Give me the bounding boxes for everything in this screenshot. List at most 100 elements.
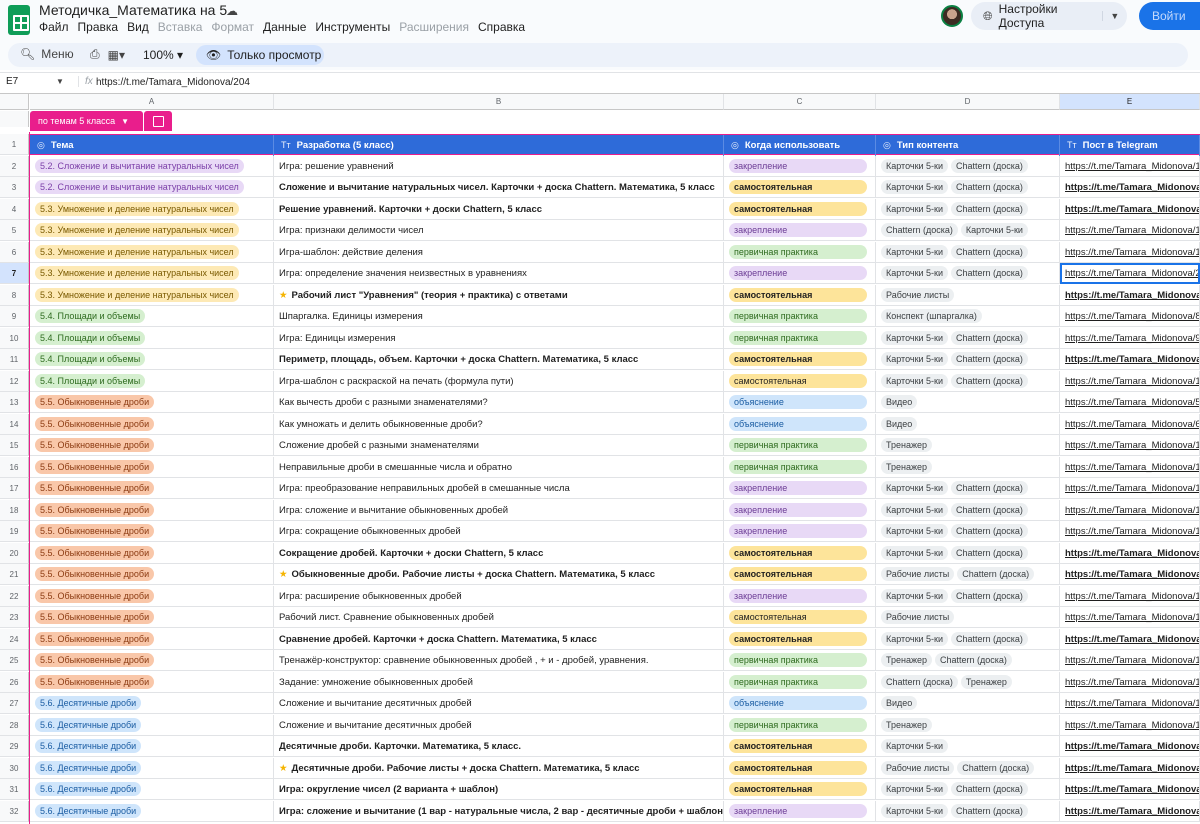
telegram-link[interactable]: https://t.me/Tamara_Midonova/2	[1065, 268, 1199, 279]
telegram-link-cell[interactable]: https://t.me/Tamara_Midonova/1	[1060, 499, 1200, 521]
telegram-link[interactable]: https://t.me/Tamara_Midonova/1	[1065, 247, 1199, 258]
row-number[interactable]: 18	[0, 499, 29, 521]
topic-cell[interactable]: 5.2. Сложение и вычитание натуральных чи…	[30, 155, 274, 177]
telegram-link[interactable]: https://t.me/Tamara_Midonova/1	[1065, 483, 1199, 494]
title-cell[interactable]: Игра: решение уравнений	[274, 155, 724, 177]
topic-cell[interactable]: 5.5. Обыкновенные дроби	[30, 542, 274, 564]
telegram-link[interactable]: https://t.me/Tamara_Midonova/1	[1065, 462, 1199, 473]
stage-cell[interactable]: самостоятельная	[724, 349, 876, 370]
telegram-link[interactable]: https://t.me/Tamara_Midonova/1	[1065, 440, 1199, 451]
title-cell[interactable]: Сокращение дробей. Карточки + доски Chat…	[274, 542, 724, 564]
chevron-down-icon[interactable]: ▼	[56, 77, 64, 86]
stage-cell[interactable]: самостоятельная	[724, 607, 876, 628]
topic-cell[interactable]: 5.5. Обыкновенные дроби	[30, 628, 274, 650]
row-number[interactable]: 5	[0, 220, 29, 241]
row-number[interactable]: 14	[0, 413, 29, 435]
stage-cell[interactable]: закрепление	[724, 521, 876, 542]
telegram-link-cell[interactable]: https://t.me/Tamara_Midonova/1	[1060, 779, 1200, 800]
topic-cell[interactable]: 5.5. Обыкновенные дроби	[30, 413, 274, 435]
row-number[interactable]: 24	[0, 628, 29, 650]
menu-item[interactable]: Вид	[127, 20, 149, 34]
type-cell[interactable]: Карточки 5-ки Chattern (доска)	[876, 779, 1060, 800]
stage-cell[interactable]: самостоятельная	[724, 564, 876, 585]
telegram-link[interactable]: https://t.me/Tamara_Midonova/1	[1065, 591, 1199, 602]
type-cell[interactable]: Карточки 5-ки Chattern (доска)	[876, 628, 1060, 650]
title-cell[interactable]: Тренажёр-конструктор: сравнение обыкнове…	[274, 650, 724, 671]
stage-cell[interactable]: первичная практика	[724, 650, 876, 671]
title-cell[interactable]: Периметр, площадь, объем. Карточки + дос…	[274, 349, 724, 370]
telegram-link-cell[interactable]: https://t.me/Tamara_Midonova/1	[1060, 585, 1200, 607]
row-number[interactable]: 19	[0, 521, 29, 542]
row-number[interactable]: 32	[0, 800, 29, 822]
telegram-link[interactable]: https://t.me/Tamara_Midonova/1	[1065, 784, 1199, 795]
type-cell[interactable]: Карточки 5-ки Chattern (доска)	[876, 800, 1060, 822]
telegram-link-cell[interactable]: https://t.me/Tamara_Midonova/2	[1060, 263, 1200, 284]
row-number[interactable]: 20	[0, 542, 29, 564]
telegram-link[interactable]: https://t.me/Tamara_Midonova/1	[1065, 161, 1199, 172]
title-cell[interactable]: Рабочий лист. Сравнение обыкновенных дро…	[274, 607, 724, 628]
telegram-link[interactable]: https://t.me/Tamara_Midonova/1	[1065, 612, 1199, 623]
stage-cell[interactable]: первичная практика	[724, 241, 876, 263]
topic-cell[interactable]: 5.6. Десятичные дроби	[30, 693, 274, 714]
telegram-link-cell[interactable]: https://t.me/Tamara_Midonova/9	[1060, 198, 1200, 220]
telegram-link-cell[interactable]: https://t.me/Tamara_Midonova/1	[1060, 456, 1200, 478]
menu-item[interactable]: Справка	[478, 20, 525, 34]
stage-cell[interactable]: объяснение	[724, 392, 876, 413]
topic-cell[interactable]: 5.3. Умножение и деление натуральных чис…	[30, 220, 274, 241]
type-cell[interactable]: Конспект (шпаргалка)	[876, 306, 1060, 327]
topic-cell[interactable]: 5.4. Площади и объемы	[30, 349, 274, 370]
stage-cell[interactable]: первичная практика	[724, 671, 876, 693]
telegram-link-cell[interactable]: https://t.me/Tamara_Midonova/1	[1060, 349, 1200, 370]
telegram-link-cell[interactable]: https://t.me/Tamara_Midonova/1	[1060, 607, 1200, 628]
topic-cell[interactable]: 5.6. Десятичные дроби	[30, 714, 274, 736]
topic-cell[interactable]: 5.5. Обыкновенные дроби	[30, 671, 274, 693]
header-cell[interactable]: ◎ Когда использовать	[724, 135, 876, 156]
sheets-logo-icon[interactable]	[8, 5, 30, 35]
stage-cell[interactable]: объяснение	[724, 413, 876, 435]
title-cell[interactable]: Игра: расширение обыкновенных дробей	[274, 585, 724, 607]
access-settings-button[interactable]: 🌐︎ Настройки Доступа ▼	[971, 2, 1127, 30]
header-cell[interactable]: Tт Разработка (5 класс)	[274, 135, 724, 156]
print-icon[interactable]: ⎙	[90, 47, 100, 62]
stage-cell[interactable]: первичная практика	[724, 327, 876, 349]
row-number[interactable]: 3	[0, 177, 29, 198]
select-all-corner[interactable]	[0, 94, 29, 110]
stage-cell[interactable]: первичная практика	[724, 456, 876, 478]
telegram-link-cell[interactable]: https://t.me/Tamara_Midonova/1	[1060, 671, 1200, 693]
avatar[interactable]	[941, 5, 963, 27]
topic-cell[interactable]: 5.6. Десятичные дроби	[30, 736, 274, 757]
stage-cell[interactable]: закрепление	[724, 499, 876, 521]
document-title[interactable]: Методичка_Математика на 5	[39, 2, 227, 18]
title-cell[interactable]: Шпаргалка. Единицы измерения	[274, 306, 724, 327]
stage-cell[interactable]: закрепление	[724, 585, 876, 607]
row-number[interactable]: 13	[0, 392, 29, 413]
row-number[interactable]: 7	[0, 263, 29, 284]
telegram-link[interactable]: https://t.me/Tamara_Midonova/8	[1065, 569, 1199, 580]
topic-cell[interactable]: 5.5. Обыкновенные дроби	[30, 392, 274, 413]
telegram-link-cell[interactable]: https://t.me/Tamara_Midonova/1	[1060, 220, 1200, 241]
row-number[interactable]: 4	[0, 198, 29, 220]
topic-cell[interactable]: 5.5. Обыкновенные дроби	[30, 650, 274, 671]
menu-item[interactable]: Инструменты	[315, 20, 390, 34]
title-cell[interactable]: Десятичные дроби. Карточки. Математика, …	[274, 736, 724, 757]
telegram-link[interactable]: https://t.me/Tamara_Midonova/8	[1065, 548, 1199, 559]
title-cell[interactable]: Игра: Единицы измерения	[274, 327, 724, 349]
type-cell[interactable]: Тренажер Chattern (доска)	[876, 650, 1060, 671]
telegram-link-cell[interactable]: https://t.me/Tamara_Midonova/1	[1060, 714, 1200, 736]
title-cell[interactable]: Игра-шаблон с раскраской на печать (форм…	[274, 370, 724, 392]
stage-cell[interactable]: закрепление	[724, 220, 876, 241]
telegram-link[interactable]: https://t.me/Tamara_Midonova/1	[1065, 655, 1199, 666]
topic-cell[interactable]: 5.5. Обыкновенные дроби	[30, 456, 274, 478]
row-number[interactable]: 17	[0, 478, 29, 499]
type-cell[interactable]: Карточки 5-ки Chattern (доска)	[876, 198, 1060, 220]
row-number[interactable]: 15	[0, 435, 29, 456]
telegram-link-cell[interactable]: https://t.me/Tamara_Midonova/1	[1060, 177, 1200, 198]
row-number[interactable]: 8	[0, 284, 29, 306]
topic-cell[interactable]: 5.3. Умножение и деление натуральных чис…	[30, 241, 274, 263]
telegram-link[interactable]: https://t.me/Tamara_Midonova/1	[1065, 225, 1199, 236]
title-cell[interactable]: Задание: умножение обыкновенных дробей	[274, 671, 724, 693]
row-number[interactable]: 29	[0, 736, 29, 757]
header-cell[interactable]: ◎ Тема	[30, 135, 274, 156]
row-number[interactable]: 26	[0, 671, 29, 693]
row-number[interactable]: 10	[0, 327, 29, 349]
